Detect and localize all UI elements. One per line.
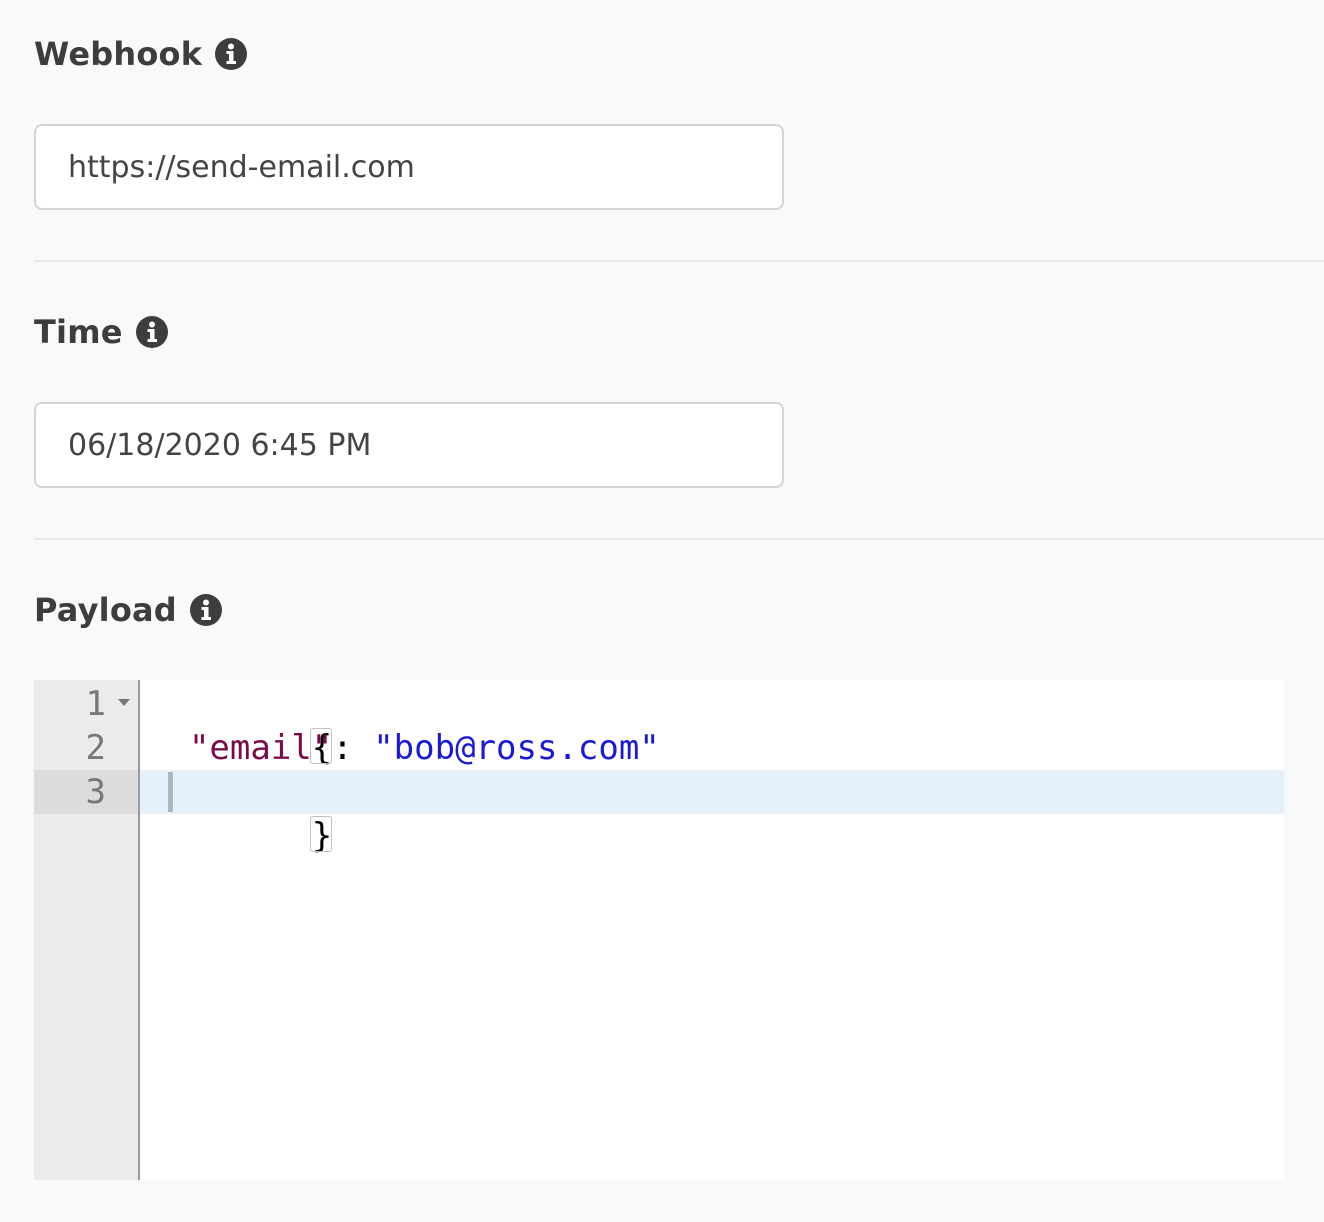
payload-label-row: Payload [34,588,223,632]
gutter-line: 2 [34,726,138,770]
json-string-value: "bob@ross.com" [373,728,660,768]
section-divider [34,538,1324,540]
text-cursor [168,772,173,812]
webhook-label: Webhook [34,35,203,73]
line-number: 1 [85,684,106,724]
section-divider [34,260,1324,262]
webhook-label-row: Webhook [34,32,248,76]
line-number: 2 [85,728,106,768]
editor-code-area[interactable]: { "email": "bob@ross.com" } [140,680,1284,1180]
code-line: "email": "bob@ross.com" [140,726,1284,770]
info-circle-icon[interactable] [214,37,248,71]
editor-gutter: 1 2 3 [34,680,140,1180]
payload-code-editor[interactable]: 1 2 3 { "email": "bob@ross.com" } [34,680,1284,1180]
code-line: { [140,682,1284,768]
line-number: 3 [85,772,106,812]
matched-bracket: } [309,814,332,858]
info-circle-icon[interactable] [189,593,223,627]
time-label: Time [34,313,123,351]
time-label-row: Time [34,310,169,354]
time-datetime-input[interactable] [34,402,784,488]
payload-label: Payload [34,591,177,629]
webhook-url-input[interactable] [34,124,784,210]
fold-toggle-icon[interactable] [118,699,130,706]
code-line-active: } [140,770,1284,856]
gutter-line-active: 3 [34,770,138,814]
json-colon: : [332,728,374,768]
info-circle-icon[interactable] [135,315,169,349]
json-key: "email" [188,728,333,768]
gutter-line: 1 [34,682,138,726]
